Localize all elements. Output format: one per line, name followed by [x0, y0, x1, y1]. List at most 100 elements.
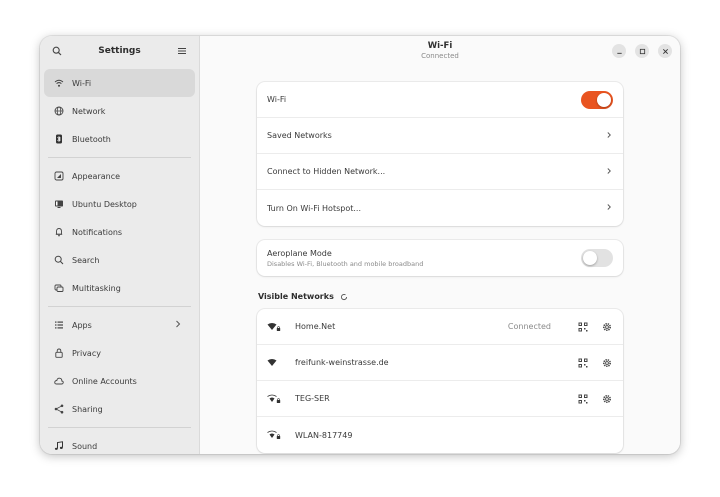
sidebar-item-sound[interactable]: Sound — [44, 432, 195, 454]
saved-networks-row[interactable]: Saved Networks — [257, 118, 623, 154]
aeroplane-mode-row[interactable]: Aeroplane Mode Disables Wi-Fi, Bluetooth… — [257, 240, 623, 276]
search-icon — [53, 254, 65, 266]
network-name: TEG-SER — [295, 394, 330, 403]
chevron-right-icon — [176, 320, 181, 328]
lock-icon — [53, 347, 65, 359]
wifi-settings-card: Wi-Fi Saved Networks Connect to Hidden N… — [257, 82, 623, 226]
header-bar: Wi-Fi Connected — [200, 36, 680, 66]
gear-icon[interactable] — [601, 357, 613, 369]
close-button[interactable] — [658, 44, 672, 58]
network-status: Connected — [507, 322, 551, 331]
aeroplane-mode-label: Aeroplane Mode — [267, 248, 332, 258]
toggle-knob — [597, 92, 611, 107]
sidebar-item-label: Bluetooth — [72, 134, 111, 144]
aeroplane-mode-description: Disables Wi-Fi, Bluetooth and mobile bro… — [267, 259, 424, 268]
visible-networks-list: Home.Net Connected freifunk-weinstrasse.… — [257, 309, 623, 453]
music-note-icon — [53, 440, 65, 452]
multitasking-icon — [53, 282, 65, 294]
sidebar-item-apps[interactable]: Apps — [44, 311, 195, 339]
wifi-signal-open-icon — [267, 357, 285, 369]
sidebar-item-search[interactable]: Search — [44, 246, 195, 274]
wifi-signal-secured-icon — [267, 321, 285, 333]
wifi-toggle-switch[interactable] — [581, 90, 613, 109]
sidebar-item-sharing[interactable]: Sharing — [44, 395, 195, 423]
share-icon — [53, 403, 65, 415]
visible-networks-heading: Visible Networks — [258, 292, 623, 301]
sidebar: Settings Wi-Fi Network Bluetooth Appeara… — [40, 36, 200, 454]
content-area: Wi-Fi Saved Networks Connect to Hidden N… — [257, 82, 623, 453]
hamburger-menu-icon[interactable] — [175, 44, 189, 58]
sidebar-item-label: Search — [72, 255, 100, 265]
minimize-button[interactable] — [612, 44, 626, 58]
sidebar-header: Settings — [40, 36, 199, 66]
qr-code-icon[interactable] — [577, 393, 589, 405]
maximize-icon — [639, 48, 645, 54]
sidebar-item-appearance[interactable]: Appearance — [44, 162, 195, 190]
hotspot-label: Turn On Wi-Fi Hotspot... — [267, 203, 361, 213]
wifi-toggle-row[interactable]: Wi-Fi — [257, 82, 623, 118]
minimize-icon — [616, 52, 622, 54]
network-row[interactable]: freifunk-weinstrasse.de — [257, 345, 623, 381]
aeroplane-mode-switch[interactable] — [581, 249, 613, 267]
network-row[interactable]: TEG-SER — [257, 381, 623, 417]
wifi-toggle-label: Wi-Fi — [267, 95, 287, 104]
sidebar-item-ubuntu-desktop[interactable]: Ubuntu Desktop — [44, 190, 195, 218]
maximize-button[interactable] — [635, 44, 649, 58]
sidebar-item-bluetooth[interactable]: Bluetooth — [44, 125, 195, 153]
qr-code-icon[interactable] — [577, 321, 589, 333]
sidebar-item-label: Sharing — [72, 404, 103, 414]
sidebar-divider — [48, 306, 191, 307]
sidebar-item-label: Privacy — [72, 348, 101, 358]
appearance-icon — [53, 170, 65, 182]
toggle-knob — [583, 251, 597, 265]
qr-code-icon[interactable] — [577, 357, 589, 369]
wifi-signal-secured-icon — [267, 429, 285, 441]
close-icon — [662, 48, 668, 54]
sidebar-item-label: Online Accounts — [72, 376, 137, 386]
sidebar-item-network[interactable]: Network — [44, 97, 195, 125]
bluetooth-icon — [53, 133, 65, 145]
settings-window: Settings Wi-Fi Network Bluetooth Appeara… — [40, 36, 680, 454]
hidden-network-label: Connect to Hidden Network... — [267, 167, 386, 176]
sidebar-title: Settings — [98, 46, 141, 56]
hotspot-row[interactable]: Turn On Wi-Fi Hotspot... — [257, 190, 623, 226]
sidebar-item-label: Apps — [72, 320, 92, 330]
network-row[interactable]: Home.Net Connected — [257, 309, 623, 345]
network-globe-icon — [53, 105, 65, 117]
cloud-icon — [53, 375, 65, 387]
gear-icon[interactable] — [601, 321, 613, 333]
sidebar-list: Wi-Fi Network Bluetooth Appearance Ubunt… — [40, 66, 199, 454]
sidebar-item-privacy[interactable]: Privacy — [44, 339, 195, 367]
sidebar-item-label: Appearance — [72, 171, 121, 181]
sidebar-item-online-accounts[interactable]: Online Accounts — [44, 367, 195, 395]
bell-icon — [53, 226, 65, 238]
network-name: Home.Net — [295, 322, 336, 331]
wifi-icon — [53, 77, 65, 89]
window-controls — [612, 44, 672, 58]
visible-networks-title: Visible Networks — [258, 292, 334, 301]
chevron-right-icon — [605, 131, 613, 141]
saved-networks-label: Saved Networks — [267, 131, 332, 140]
search-icon[interactable] — [50, 44, 64, 58]
network-name: WLAN-817749 — [295, 430, 353, 440]
network-row[interactable]: WLAN-817749 — [257, 417, 623, 453]
sidebar-item-notifications[interactable]: Notifications — [44, 218, 195, 246]
hidden-network-row[interactable]: Connect to Hidden Network... — [257, 154, 623, 190]
main-pane: Wi-Fi Connected Wi-Fi Saved Networks Con… — [200, 36, 680, 454]
gear-icon[interactable] — [601, 393, 613, 405]
sidebar-item-label: Notifications — [72, 227, 123, 237]
desktop-icon — [53, 198, 65, 210]
sidebar-item-label: Multitasking — [72, 283, 121, 293]
chevron-right-icon — [605, 167, 613, 177]
page-title: Wi-Fi — [427, 41, 453, 51]
sidebar-item-label: Sound — [72, 441, 98, 451]
apps-grid-icon — [53, 319, 65, 331]
sidebar-item-multitasking[interactable]: Multitasking — [44, 274, 195, 302]
sidebar-item-wifi[interactable]: Wi-Fi — [44, 69, 195, 97]
wifi-signal-secured-icon — [267, 393, 285, 405]
aeroplane-mode-text: Aeroplane Mode Disables Wi-Fi, Bluetooth… — [267, 249, 581, 268]
aeroplane-mode-card: Aeroplane Mode Disables Wi-Fi, Bluetooth… — [257, 240, 623, 276]
page-subtitle: Connected — [421, 52, 459, 60]
sidebar-item-label: Ubuntu Desktop — [72, 199, 137, 209]
sidebar-divider — [48, 427, 191, 428]
